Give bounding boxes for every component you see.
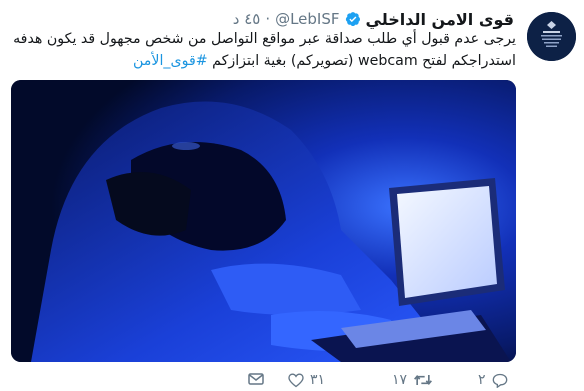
reply-icon: [492, 373, 507, 388]
retweet-button[interactable]: ١٧: [392, 372, 433, 388]
retweet-icon: [414, 374, 433, 386]
tweet-media-image[interactable]: [11, 80, 516, 362]
hooded-hacker-laptop-image: [11, 80, 516, 362]
retweet-count: ١٧: [392, 372, 408, 388]
hashtag-link[interactable]: #قوى_الأمن: [133, 53, 208, 69]
like-button[interactable]: ٣١: [288, 372, 325, 388]
avatar[interactable]: [527, 12, 576, 61]
isf-logo-icon: [527, 12, 576, 61]
reply-button[interactable]: ٢: [478, 372, 508, 388]
tweet-text: يرجى عدم قبول أي طلب صداقة عبر مواقع الت…: [1, 28, 516, 72]
handle[interactable]: @LebISF: [275, 10, 339, 28]
tweet-text-line-2-body: استدراجكم لفتح webcam (تصويركم) بغية ابت…: [207, 53, 516, 69]
tweet-text-line-1: يرجى عدم قبول أي طلب صداقة عبر مواقع الت…: [13, 31, 516, 47]
verified-badge-icon: [345, 11, 361, 27]
timestamp[interactable]: ٤٥ د: [233, 10, 261, 28]
separator: ·: [265, 10, 271, 28]
tweet-text-line-2: استدراجكم لفتح webcam (تصويركم) بغية ابت…: [1, 50, 516, 72]
envelope-icon: [248, 373, 264, 385]
reply-count: ٢: [478, 372, 486, 388]
tweet-actions: ٣١ ١٧ ٢: [248, 370, 518, 391]
tweet[interactable]: قوى الامن الداخلي @LebISF · ٤٥ د يرجى عد…: [0, 0, 584, 391]
heart-icon: [288, 372, 304, 387]
display-name[interactable]: قوى الامن الداخلي: [366, 10, 514, 29]
dm-button[interactable]: [248, 372, 264, 386]
like-count: ٣١: [310, 372, 326, 388]
